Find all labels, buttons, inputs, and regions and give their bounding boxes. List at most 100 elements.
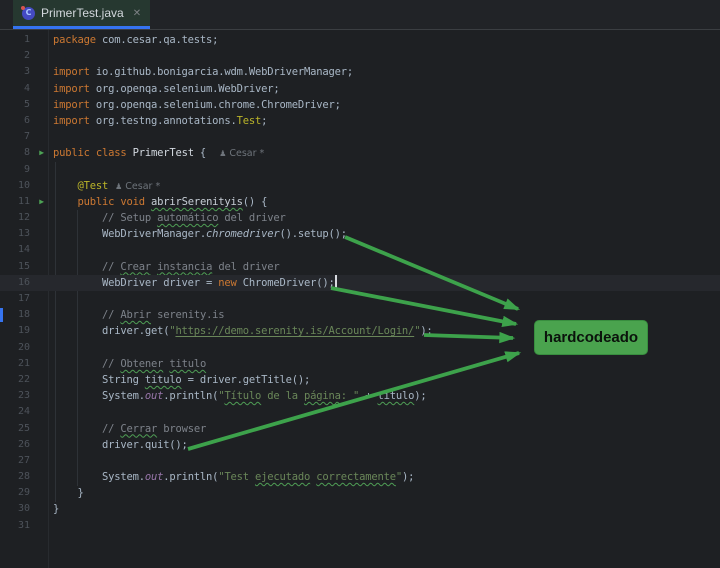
line-number[interactable]: 13 [0,226,30,242]
code-line[interactable]: 8▶public class PrimerTest { ♟Cesar * [0,145,720,161]
code-token: chromedriver [206,228,279,240]
line-number[interactable]: 29 [0,485,30,501]
line-number[interactable]: 7 [0,129,30,145]
code-token: ejecutado [255,471,310,483]
line-number[interactable]: 17 [0,291,30,307]
line-number[interactable]: 9 [0,162,30,178]
line-number[interactable]: 18 [0,307,30,323]
code-token: Crear [120,261,151,273]
close-icon[interactable]: ✕ [133,8,141,19]
line-number[interactable]: 12 [0,210,30,226]
code-token: import [53,99,96,111]
code-token: automático [157,212,218,224]
line-number[interactable]: 26 [0,437,30,453]
code-text: driver.get("https://demo.serenity.is/Acc… [53,323,433,339]
line-number[interactable]: 30 [0,501,30,517]
code-line[interactable]: 25 // Cerrar browser [0,421,720,437]
code-line[interactable]: 31 [0,518,720,534]
code-token: WebDriver driver = [53,277,218,289]
gutter-cell [30,226,53,242]
tab-title: PrimerTest.java [41,6,124,20]
code-text: import org.testng.annotations.Test; [53,113,267,129]
code-text: // Setup automático del driver [53,210,286,226]
code-text: import org.openqa.selenium.chrome.Chrome… [53,97,341,113]
line-number[interactable]: 23 [0,388,30,404]
line-number[interactable]: 15 [0,259,30,275]
line-number[interactable]: 3 [0,64,30,80]
code-line[interactable]: 7 [0,129,720,145]
code-token: Test [224,471,255,483]
code-token: } [53,487,84,499]
code-line[interactable]: 22 String titulo = driver.getTitle(); [0,372,720,388]
code-token: Abrir [120,309,151,321]
line-number[interactable]: 2 [0,48,30,64]
line-number[interactable]: 25 [0,421,30,437]
line-number[interactable]: 16 [0,275,30,291]
run-test-icon[interactable]: ▶ [39,198,44,206]
code-token: titulo [169,358,206,370]
code-line[interactable]: 14 [0,242,720,258]
line-number[interactable]: 5 [0,97,30,113]
code-line[interactable]: 21 // Obtener titulo [0,356,720,372]
code-line[interactable]: 2 [0,48,720,64]
person-icon: ♟ [219,149,226,158]
gutter-cell [30,307,53,323]
line-number[interactable]: 4 [0,81,30,97]
code-token: org.openqa.selenium.WebDriver; [96,83,280,95]
code-line[interactable]: 24 [0,404,720,420]
code-line[interactable]: 12 // Setup automático del driver [0,210,720,226]
line-number[interactable]: 19 [0,323,30,339]
code-token: ; [261,115,267,127]
code-token: out [145,390,163,402]
code-line[interactable]: 9 [0,162,720,178]
line-number[interactable]: 22 [0,372,30,388]
code-line[interactable]: 6 import org.testng.annotations.Test; [0,113,720,129]
gutter-cell [30,469,53,485]
line-number[interactable]: 20 [0,340,30,356]
code-text: WebDriver driver = new ChromeDriver(); [53,275,337,291]
code-token [53,358,102,370]
code-line[interactable]: 28 System.out.println("Test ejecutado co… [0,469,720,485]
line-number[interactable]: 11 [0,194,30,210]
gutter-cell [30,259,53,275]
code-line[interactable]: 13 WebDriverManager.chromedriver().setup… [0,226,720,242]
gutter-cell: ▶ [30,194,53,210]
code-line[interactable]: 30} [0,501,720,517]
code-line[interactable]: 16 WebDriver driver = new ChromeDriver()… [0,275,720,291]
code-line[interactable]: 5 import org.openqa.selenium.chrome.Chrom… [0,97,720,113]
line-number[interactable]: 14 [0,242,30,258]
line-number[interactable]: 24 [0,404,30,420]
code-token: WebDriverManager. [53,228,206,240]
line-number[interactable]: 1 [0,32,30,48]
gutter-cell [30,518,53,534]
code-line[interactable]: 3import io.github.bonigarcia.wdm.WebDriv… [0,64,720,80]
code-line[interactable]: 23 System.out.println("Título de la pági… [0,388,720,404]
line-number[interactable]: 21 [0,356,30,372]
code-line[interactable]: 11▶ public void abrirSerenityis() { [0,194,720,210]
code-line[interactable]: 17 [0,291,720,307]
code-token: titulo [145,374,182,386]
code-line[interactable]: 15 // Crear instancia del driver [0,259,720,275]
line-number[interactable]: 8 [0,145,30,161]
line-number[interactable]: 31 [0,518,30,534]
run-test-icon[interactable]: ▶ [39,149,44,157]
code-token: ); [402,471,414,483]
code-line[interactable]: 27 [0,453,720,469]
code-text: WebDriverManager.chromedriver().setup(); [53,226,347,242]
line-number[interactable]: 10 [0,178,30,194]
line-number[interactable]: 27 [0,453,30,469]
code-line[interactable]: 29 } [0,485,720,501]
code-line[interactable]: 10 @Test♟Cesar * [0,178,720,194]
code-line[interactable]: 4import org.openqa.selenium.WebDriver; [0,81,720,97]
tab-primertest-java[interactable]: C PrimerTest.java ✕ [13,0,150,29]
gutter-cell [30,32,53,48]
line-number[interactable]: 6 [0,113,30,129]
code-line[interactable]: 26 driver.quit(); [0,437,720,453]
code-text: // Cerrar browser [53,421,206,437]
code-line[interactable]: 1package com.cesar.qa.tests; [0,32,720,48]
line-number[interactable]: 28 [0,469,30,485]
code-editor[interactable]: 1package com.cesar.qa.tests;23import io.… [0,30,720,568]
gutter-cell [30,129,53,145]
gutter-cell [30,421,53,437]
gutter-cell [30,356,53,372]
